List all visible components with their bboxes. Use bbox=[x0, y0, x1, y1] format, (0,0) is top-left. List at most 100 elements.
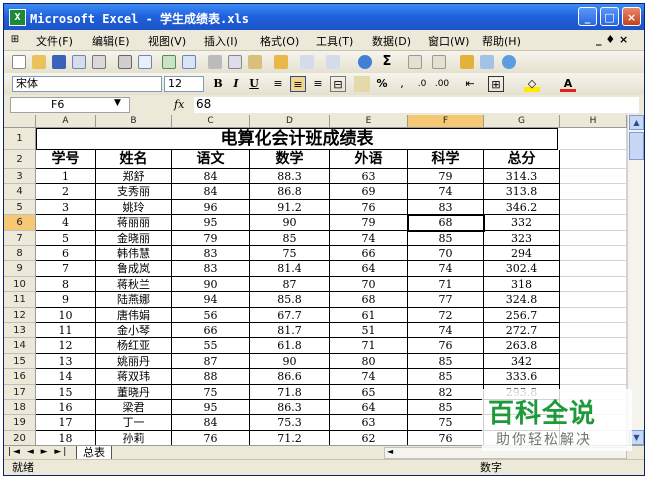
data-cell[interactable]: 324.8 bbox=[484, 292, 560, 308]
data-cell[interactable]: 9 bbox=[36, 292, 96, 308]
data-cell[interactable]: 68 bbox=[330, 292, 408, 308]
empty-cell[interactable] bbox=[560, 169, 627, 185]
font-color-icon[interactable]: A bbox=[560, 76, 576, 92]
data-cell[interactable]: 87 bbox=[250, 276, 330, 293]
data-cell[interactable]: 62 bbox=[330, 430, 408, 445]
font-size-select[interactable]: 12 bbox=[164, 76, 204, 92]
copy-icon[interactable] bbox=[228, 55, 242, 69]
data-cell[interactable]: 81.4 bbox=[250, 261, 330, 277]
row-header-4[interactable]: 4 bbox=[4, 184, 36, 200]
data-cell[interactable]: 丁一 bbox=[96, 415, 172, 431]
print-preview-icon[interactable] bbox=[138, 55, 152, 69]
minimize-button[interactable]: _ bbox=[578, 7, 597, 26]
data-cell[interactable]: 65 bbox=[330, 384, 408, 400]
active-cell-f6[interactable] bbox=[407, 214, 485, 232]
data-cell[interactable]: 陆燕娜 bbox=[96, 292, 172, 308]
data-cell[interactable]: 74 bbox=[408, 184, 484, 200]
name-box[interactable]: F6 bbox=[10, 97, 130, 113]
row-header-13[interactable]: 13 bbox=[4, 323, 36, 339]
format-painter-icon[interactable] bbox=[274, 55, 288, 69]
document-window-controls[interactable]: _ ♦ × bbox=[596, 33, 628, 46]
merge-center-icon[interactable]: ⊟ bbox=[330, 76, 346, 92]
empty-cell[interactable] bbox=[560, 323, 627, 339]
select-all-corner[interactable] bbox=[4, 115, 36, 128]
data-cell[interactable]: 67.7 bbox=[250, 307, 330, 323]
new-icon[interactable] bbox=[12, 55, 26, 69]
data-cell[interactable]: 84 bbox=[172, 169, 250, 185]
data-cell[interactable]: 韩伟慧 bbox=[96, 246, 172, 262]
row-header-14[interactable]: 14 bbox=[4, 338, 36, 354]
column-header-h[interactable]: H bbox=[560, 115, 627, 128]
redo-icon[interactable] bbox=[326, 55, 340, 69]
data-cell[interactable]: 66 bbox=[330, 246, 408, 262]
row-header-19[interactable]: 19 bbox=[4, 415, 36, 431]
data-cell[interactable]: 55 bbox=[172, 338, 250, 354]
data-cell[interactable]: 85 bbox=[250, 230, 330, 246]
data-cell[interactable]: 2 bbox=[36, 184, 96, 200]
comma-style-icon[interactable]: , bbox=[394, 76, 410, 92]
data-cell[interactable]: 1 bbox=[36, 169, 96, 185]
data-cell[interactable]: 郑舒 bbox=[96, 169, 172, 185]
data-cell[interactable]: 51 bbox=[330, 323, 408, 339]
column-header-a[interactable]: A bbox=[36, 115, 96, 128]
fill-color-icon[interactable]: ◇ bbox=[524, 76, 540, 92]
header-cell[interactable]: 学号 bbox=[36, 150, 96, 169]
data-cell[interactable]: 85 bbox=[408, 353, 484, 370]
row-header-10[interactable]: 10 bbox=[4, 276, 36, 293]
data-cell[interactable]: 95 bbox=[172, 400, 250, 416]
help-icon[interactable] bbox=[502, 55, 516, 69]
data-cell[interactable]: 64 bbox=[330, 261, 408, 277]
insert-function-button[interactable]: fx bbox=[174, 98, 184, 111]
empty-cell[interactable] bbox=[560, 261, 627, 277]
data-cell[interactable]: 90 bbox=[250, 215, 330, 231]
increase-decimal-icon[interactable]: .0 bbox=[414, 76, 430, 92]
print-icon[interactable] bbox=[118, 55, 132, 69]
maximize-button[interactable]: □ bbox=[600, 7, 619, 26]
data-cell[interactable]: 71.2 bbox=[250, 430, 330, 445]
header-cell[interactable]: 语文 bbox=[172, 150, 250, 169]
data-cell[interactable]: 83 bbox=[408, 199, 484, 216]
data-cell[interactable]: 15 bbox=[36, 384, 96, 400]
header-cell[interactable]: 外语 bbox=[330, 150, 408, 169]
data-cell[interactable]: 84 bbox=[172, 415, 250, 431]
data-cell[interactable]: 81.7 bbox=[250, 323, 330, 339]
drawing-icon[interactable] bbox=[480, 55, 494, 69]
header-cell[interactable]: 姓名 bbox=[96, 150, 172, 169]
row-header-6[interactable]: 6 bbox=[4, 215, 36, 231]
row-header-3[interactable]: 3 bbox=[4, 169, 36, 185]
data-cell[interactable]: 74 bbox=[330, 230, 408, 246]
data-cell[interactable]: 70 bbox=[330, 276, 408, 293]
data-cell[interactable]: 95 bbox=[172, 215, 250, 231]
sheet-tab-zongbiao[interactable]: 总表 bbox=[76, 446, 112, 460]
data-cell[interactable]: 76 bbox=[408, 430, 484, 445]
data-cell[interactable]: 85.8 bbox=[250, 292, 330, 308]
data-cell[interactable]: 323 bbox=[484, 230, 560, 246]
data-cell[interactable]: 87 bbox=[172, 353, 250, 370]
data-cell[interactable]: 4 bbox=[36, 215, 96, 231]
menu-view[interactable]: 视图(V) bbox=[148, 33, 186, 49]
column-header-g[interactable]: G bbox=[484, 115, 560, 128]
data-cell[interactable]: 90 bbox=[250, 353, 330, 370]
menu-help[interactable]: 帮助(H) bbox=[482, 33, 521, 49]
data-cell[interactable]: 314.3 bbox=[484, 169, 560, 185]
data-cell[interactable]: 71.8 bbox=[250, 384, 330, 400]
data-cell[interactable]: 84 bbox=[172, 184, 250, 200]
data-cell[interactable]: 71 bbox=[408, 276, 484, 293]
data-cell[interactable]: 3 bbox=[36, 199, 96, 216]
data-cell[interactable]: 17 bbox=[36, 415, 96, 431]
data-cell[interactable]: 72 bbox=[408, 307, 484, 323]
empty-cell[interactable] bbox=[560, 150, 627, 169]
data-cell[interactable]: 77 bbox=[408, 292, 484, 308]
data-cell[interactable]: 64 bbox=[330, 400, 408, 416]
data-cell[interactable]: 318 bbox=[484, 276, 560, 293]
data-cell[interactable]: 91.2 bbox=[250, 199, 330, 216]
bold-button[interactable]: B bbox=[210, 76, 226, 92]
row-header-20[interactable]: 20 bbox=[4, 430, 36, 445]
data-cell[interactable]: 263.8 bbox=[484, 338, 560, 354]
column-header-d[interactable]: D bbox=[250, 115, 330, 128]
data-cell[interactable]: 75 bbox=[250, 246, 330, 262]
data-cell[interactable]: 蒋丽丽 bbox=[96, 215, 172, 231]
data-cell[interactable]: 13 bbox=[36, 353, 96, 370]
data-cell[interactable]: 63 bbox=[330, 415, 408, 431]
data-cell[interactable]: 256.7 bbox=[484, 307, 560, 323]
